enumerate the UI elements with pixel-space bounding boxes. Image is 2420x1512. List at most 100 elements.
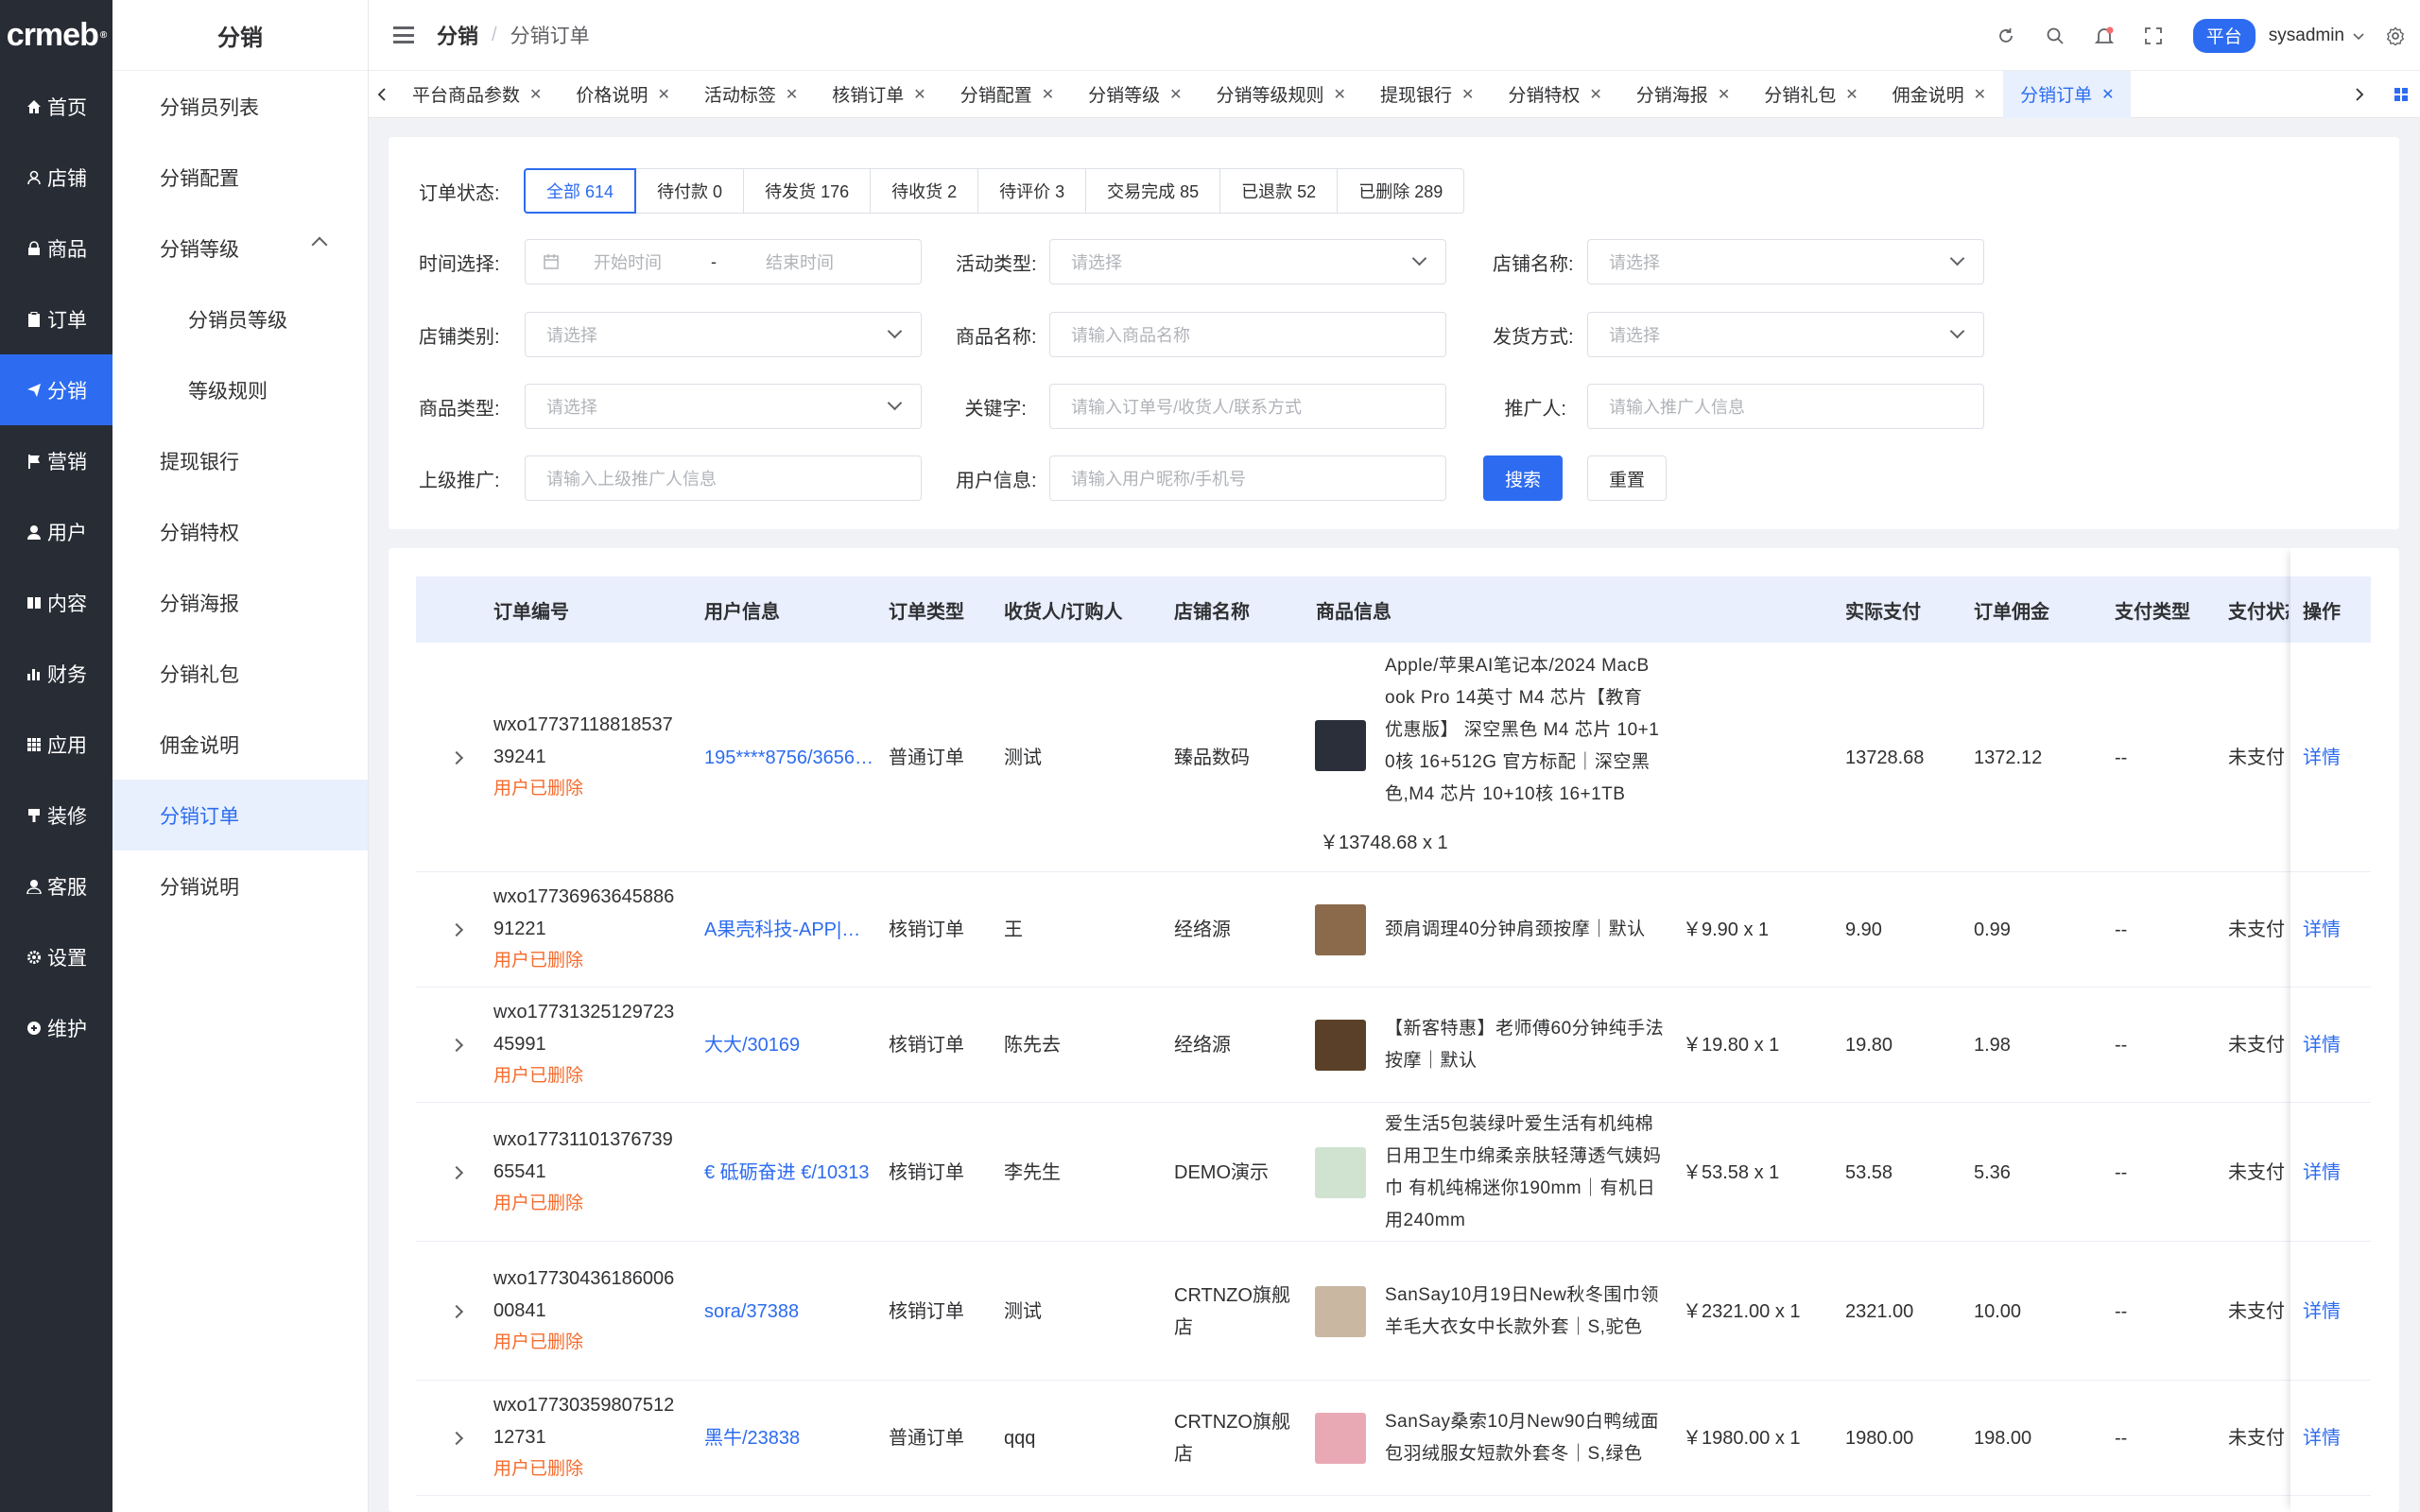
expand-row-icon[interactable] — [449, 1431, 464, 1446]
user-info-link[interactable]: A果壳科技-APP|小程序 — [704, 914, 874, 946]
sub-menu-item[interactable]: 分销订单 — [112, 780, 368, 850]
page-tab[interactable]: 佣金说明 ✕ — [1876, 71, 2003, 118]
main-menu-item[interactable]: 订单 — [0, 284, 112, 354]
user-info-link[interactable]: 195****8756/36567... — [704, 742, 874, 774]
date-range-picker[interactable]: 开始时间 - 结束时间 — [525, 239, 922, 284]
sub-menu-item[interactable]: 提现银行 — [112, 425, 368, 496]
user-info-input[interactable]: 请输入用户昵称/手机号 — [1049, 455, 1446, 501]
table-row[interactable]: wxo17737118818537 39241 用户已删除 195****8756/3… — [416, 643, 2371, 872]
main-menu-item[interactable]: 应用 — [0, 709, 112, 780]
close-icon[interactable]: ✕ — [1589, 85, 1601, 104]
page-tab[interactable]: 分销配置 ✕ — [943, 71, 1071, 118]
sub-menu-item[interactable]: 分销员列表 — [112, 71, 368, 142]
main-menu-item[interactable]: 用户 — [0, 496, 112, 567]
keyword-input[interactable]: 请输入订单号/收货人/联系方式 — [1049, 384, 1446, 429]
main-menu-item[interactable]: 商品 — [0, 213, 112, 284]
tabs-scroll-right-icon[interactable] — [2337, 71, 2382, 118]
close-icon[interactable]: ✕ — [657, 85, 669, 104]
page-tab[interactable]: 分销等级规则 ✕ — [1200, 71, 1363, 118]
order-status-option[interactable]: 交易完成 85 — [1085, 168, 1221, 214]
goods-thumbnail[interactable] — [1315, 904, 1366, 955]
expand-row-icon[interactable] — [449, 1165, 464, 1179]
main-menu-item[interactable]: 设置 — [0, 921, 112, 992]
page-tab[interactable]: 平台商品参数 ✕ — [395, 71, 559, 118]
order-status-option[interactable]: 待发货 176 — [743, 168, 872, 214]
refresh-icon[interactable] — [1981, 0, 2031, 71]
main-menu-item[interactable]: 财务 — [0, 638, 112, 709]
close-icon[interactable]: ✕ — [1845, 85, 1858, 104]
goods-thumbnail[interactable] — [1315, 1020, 1366, 1071]
close-icon[interactable]: ✕ — [1718, 85, 1730, 104]
main-menu-item[interactable]: 店铺 — [0, 142, 112, 213]
sub-menu-item[interactable]: 分销等级 — [112, 213, 368, 284]
detail-link[interactable]: 详情 — [2303, 742, 2341, 774]
reset-button[interactable]: 重置 — [1587, 455, 1667, 501]
order-status-option[interactable]: 已退款 52 — [1219, 168, 1339, 214]
user-info-link[interactable]: 黑牛/23838 — [704, 1422, 874, 1454]
close-icon[interactable]: ✕ — [913, 85, 925, 104]
close-icon[interactable]: ✕ — [1042, 85, 1054, 104]
sub-menu-item[interactable]: 分销员等级 — [112, 284, 368, 354]
close-icon[interactable]: ✕ — [1169, 85, 1182, 104]
detail-link[interactable]: 详情 — [2303, 1296, 2341, 1328]
close-icon[interactable]: ✕ — [786, 85, 798, 104]
close-icon[interactable]: ✕ — [529, 85, 542, 104]
order-status-option[interactable]: 待评价 3 — [977, 168, 1087, 214]
fullscreen-icon[interactable] — [2129, 0, 2178, 71]
sub-menu-item[interactable]: 分销礼包 — [112, 638, 368, 709]
page-tab[interactable]: 分销礼包 ✕ — [1747, 71, 1875, 118]
page-tab[interactable]: 分销特权 ✕ — [1491, 71, 1618, 118]
close-icon[interactable]: ✕ — [1974, 85, 1986, 104]
main-menu-item[interactable]: 分销 — [0, 354, 112, 425]
start-date-input[interactable]: 开始时间 — [594, 249, 662, 274]
user-info-link[interactable]: sora/37388 — [704, 1296, 874, 1328]
user-info-link[interactable]: 大大/30169 — [704, 1029, 874, 1061]
search-button[interactable]: 搜索 — [1483, 455, 1563, 501]
page-tab[interactable]: 分销等级 ✕ — [1071, 71, 1199, 118]
table-row[interactable]: wxo17731325129723 45991 用户已删除 大大/30169 核销订单 陈… — [416, 988, 2371, 1103]
sub-menu-item[interactable]: 分销说明 — [112, 850, 368, 921]
close-icon[interactable]: ✕ — [2101, 85, 2114, 104]
order-status-option[interactable]: 待付款 0 — [635, 168, 745, 214]
main-menu-item[interactable]: 首页 — [0, 71, 112, 142]
promoter-input[interactable]: 请输入推广人信息 — [1587, 384, 1984, 429]
order-status-option[interactable]: 已删除 289 — [1337, 168, 1465, 214]
expand-row-icon[interactable] — [449, 1038, 464, 1053]
platform-badge[interactable]: 平台 — [2192, 18, 2256, 53]
detail-link[interactable]: 详情 — [2303, 1157, 2341, 1189]
detail-link[interactable]: 详情 — [2303, 1029, 2341, 1061]
activity-type-select[interactable]: 请选择 — [1049, 239, 1446, 284]
main-menu-item[interactable]: 装修 — [0, 780, 112, 850]
page-tab[interactable]: 价格说明 ✕ — [559, 71, 686, 118]
tabs-menu-grid-icon[interactable] — [2382, 71, 2420, 118]
goods-thumbnail[interactable] — [1315, 719, 1366, 771]
bell-icon[interactable] — [2080, 0, 2129, 71]
goods-thumbnail[interactable] — [1315, 1146, 1366, 1198]
upper-promoter-input[interactable]: 请输入上级推广人信息 — [525, 455, 922, 501]
page-tab[interactable]: 分销海报 ✕ — [1619, 71, 1747, 118]
store-type-select[interactable]: 请选择 — [525, 312, 922, 357]
expand-row-icon[interactable] — [449, 750, 464, 765]
sub-menu-item[interactable]: 等级规则 — [112, 354, 368, 425]
table-row[interactable]: wxo17731101376739 65541 用户已删除 € 砥砺奋进 €/1031… — [416, 1103, 2371, 1242]
expand-row-icon[interactable] — [449, 1304, 464, 1318]
sub-menu-item[interactable]: 分销特权 — [112, 496, 368, 567]
table-row[interactable]: wxo17736963645886 91221 用户已删除 A果壳科技-APP|小程序… — [416, 872, 2371, 988]
sub-menu-item[interactable]: 佣金说明 — [112, 709, 368, 780]
store-name-select[interactable]: 请选择 — [1587, 239, 1984, 284]
detail-link[interactable]: 详情 — [2303, 1422, 2341, 1454]
close-icon[interactable]: ✕ — [1334, 85, 1346, 104]
order-status-option[interactable]: 全部 614 — [524, 168, 637, 214]
collapse-menu-icon[interactable] — [393, 26, 414, 43]
goods-thumbnail[interactable] — [1315, 1413, 1366, 1464]
page-tab[interactable]: 分销订单 ✕ — [2003, 70, 2132, 118]
detail-link[interactable]: 详情 — [2303, 914, 2341, 946]
table-row[interactable]: wxo17730436186006 00841 用户已删除 sora/37388 核销订… — [416, 1242, 2371, 1381]
main-menu-item[interactable]: 维护 — [0, 992, 112, 1063]
goods-type-select[interactable]: 请选择 — [525, 384, 922, 429]
table-row[interactable]: wxo17730359807512 12731 用户已删除 黑牛/23838 普通订单 q… — [416, 1381, 2371, 1496]
page-tab[interactable]: 核销订单 ✕ — [815, 71, 942, 118]
search-icon[interactable] — [2031, 0, 2080, 71]
main-menu-item[interactable]: 内容 — [0, 567, 112, 638]
main-menu-item[interactable]: 营销 — [0, 425, 112, 496]
